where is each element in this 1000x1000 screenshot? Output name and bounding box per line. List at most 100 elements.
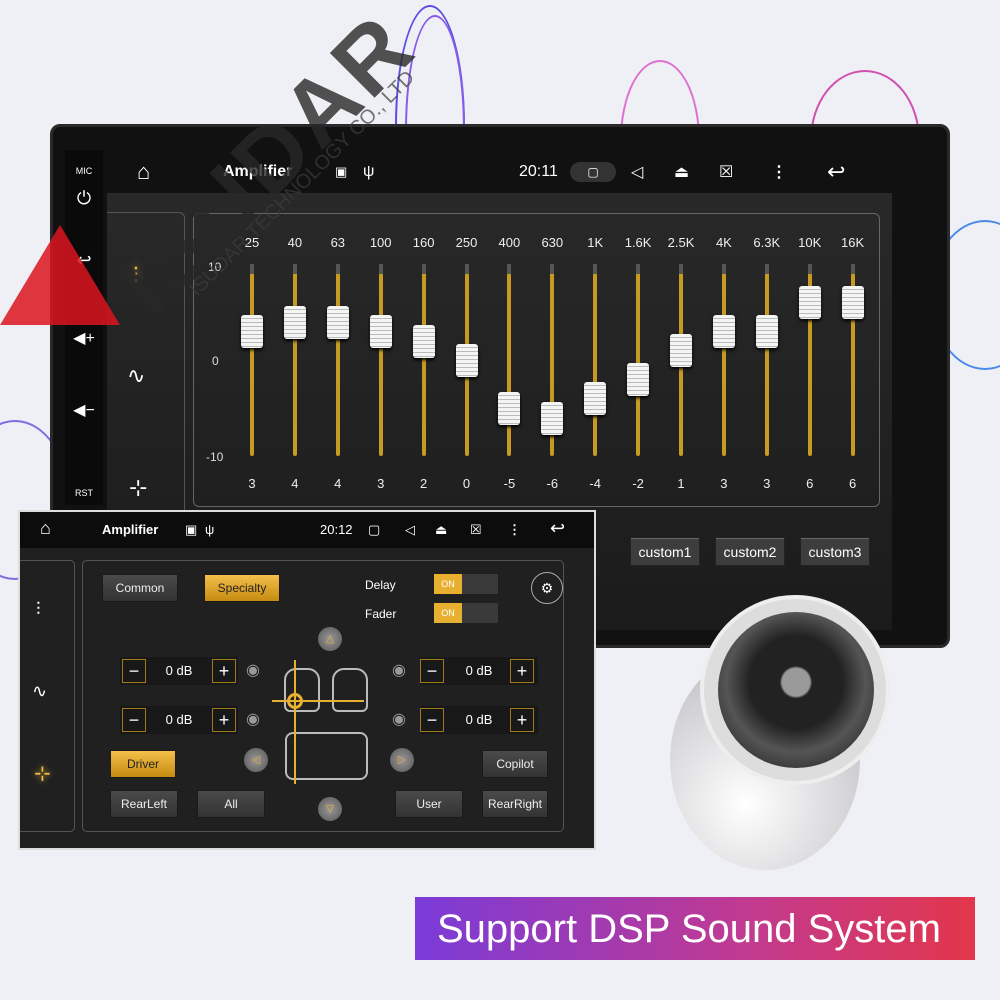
balance-icon[interactable]: ⊹ (129, 475, 147, 501)
side-buttons: MIC ⏻ ↩ ◀+ ◀− RST (65, 150, 103, 505)
up-arrow-button[interactable]: △ (318, 627, 342, 651)
power-icon[interactable]: ⏻ (65, 188, 103, 209)
copilot-button[interactable]: Copilot (482, 750, 548, 778)
band-value: 3 (720, 476, 728, 491)
return-icon[interactable]: ↩ (550, 518, 565, 539)
driver-button[interactable]: Driver (110, 750, 176, 778)
volume-icon[interactable]: ◁ (631, 162, 643, 182)
band-slider-track[interactable] (250, 264, 254, 456)
band-slider-handle[interactable] (412, 324, 435, 358)
band-slider-handle[interactable] (798, 286, 821, 320)
down-arrow-button[interactable]: ▽ (318, 797, 342, 821)
screenshot-icon[interactable]: ▢ (570, 162, 616, 182)
app-title: Amplifier (102, 522, 159, 537)
minus-button[interactable]: − (122, 659, 146, 683)
band-slider-track[interactable] (721, 264, 726, 456)
menu-icon[interactable]: ⋮ (771, 162, 787, 182)
scale-min: -10 (206, 450, 224, 464)
all-button[interactable]: All (197, 790, 265, 818)
band-slider-handle[interactable] (326, 305, 349, 339)
equalizer-icon[interactable]: ⫶ (36, 599, 41, 620)
fader-toggle[interactable]: ON (434, 603, 498, 623)
band-slider-handle[interactable] (841, 286, 864, 320)
plus-button[interactable]: + (510, 659, 534, 683)
delay-toggle[interactable]: ON (434, 574, 498, 594)
home-icon[interactable]: ⌂ (40, 518, 51, 539)
eject-icon[interactable]: ⏏ (435, 522, 447, 538)
usb-icon: ψ (363, 162, 375, 180)
band-slider-handle[interactable] (670, 334, 692, 368)
band-value: -5 (503, 476, 516, 491)
band-frequency: 6.3K (753, 235, 781, 250)
waveform-icon[interactable]: ∿ (127, 363, 145, 389)
minus-button[interactable]: − (420, 659, 444, 683)
rear-right-level: −0 dB + (420, 706, 538, 734)
band-slider-handle[interactable] (755, 315, 778, 349)
band-frequency: 160 (412, 235, 435, 250)
band-slider-handle[interactable] (541, 401, 564, 435)
plus-button[interactable]: + (212, 708, 236, 732)
tab-specialty[interactable]: Specialty (204, 574, 280, 602)
usb-icon: ψ (205, 522, 215, 537)
car-settings-icon[interactable]: ⚙ (531, 572, 563, 604)
band-frequency: 40 (287, 235, 303, 250)
band-slider-handle[interactable] (712, 315, 735, 349)
rear-right-button[interactable]: RearRight (482, 790, 548, 818)
band-slider-handle[interactable] (627, 363, 650, 397)
close-app-icon[interactable]: ☒ (719, 162, 733, 182)
band-slider-track[interactable] (421, 264, 426, 456)
tab-common[interactable]: Common (102, 574, 178, 602)
left-arrow-button[interactable]: ◁ (244, 748, 268, 772)
speaker-icon: ◉ (392, 662, 406, 679)
band-slider-handle[interactable] (283, 305, 306, 339)
preset-custom3-button[interactable]: custom3 (800, 537, 870, 566)
band-slider-track[interactable] (636, 264, 641, 456)
minus-button[interactable]: − (420, 708, 444, 732)
band-slider-handle[interactable] (498, 392, 521, 425)
scale-zero: 0 (212, 354, 219, 368)
inset-screenshot: ⌂ Amplifier ▣ ψ 20:12 ▢ ◁ ⏏ ☒ ⋮ ↩ ⫶ ∿ ⊹ … (18, 510, 596, 850)
band-slider-track[interactable] (593, 264, 598, 456)
band-slider-handle[interactable] (455, 344, 478, 377)
balance-icon[interactable]: ⊹ (34, 761, 51, 786)
plus-button[interactable]: + (510, 708, 534, 732)
user-button[interactable]: User (395, 790, 463, 818)
home-icon[interactable]: ⌂ (137, 159, 150, 185)
waveform-icon[interactable]: ∿ (32, 681, 47, 702)
minus-button[interactable]: − (122, 708, 146, 732)
volume-up-icon[interactable]: ◀+ (65, 328, 103, 348)
rear-left-level: −0 dB + (120, 706, 238, 734)
band-frequency: 16K (841, 235, 865, 250)
rear-left-button[interactable]: RearLeft (110, 790, 178, 818)
eject-icon[interactable]: ⏏ (674, 162, 689, 182)
band-slider-track[interactable] (764, 264, 769, 456)
band-frequency: 630 (541, 235, 564, 250)
volume-icon[interactable]: ◁ (405, 522, 415, 538)
banner-text: Support DSP Sound System (437, 907, 941, 951)
band-frequency: 250 (455, 235, 478, 250)
band-slider-track[interactable] (292, 264, 297, 456)
band-slider-handle[interactable] (241, 315, 263, 349)
preset-custom2-button[interactable]: custom2 (715, 537, 785, 566)
right-arrow-button[interactable]: ▷ (390, 748, 414, 772)
fader-label: Fader (365, 607, 397, 621)
inset-status-bar: ⌂ Amplifier ▣ ψ 20:12 ▢ ◁ ⏏ ☒ ⋮ ↩ (20, 512, 594, 548)
band-slider-track[interactable] (378, 264, 383, 456)
band-slider-handle[interactable] (584, 382, 607, 416)
preset-custom1-button[interactable]: custom1 (630, 537, 700, 566)
balance-point[interactable] (287, 693, 303, 709)
volume-down-icon[interactable]: ◀− (65, 400, 103, 420)
plus-button[interactable]: + (212, 659, 236, 683)
menu-icon[interactable]: ⋮ (508, 522, 521, 538)
band-slider-track[interactable] (507, 264, 512, 456)
band-slider-handle[interactable] (369, 315, 392, 349)
promo-banner: Support DSP Sound System (415, 897, 975, 960)
balance-crosshair-v[interactable] (294, 660, 296, 784)
screenshot-icon[interactable]: ▢ (368, 522, 380, 538)
band-value: 6 (806, 476, 814, 491)
band-value: 0 (462, 476, 471, 491)
speaker-icon: ◉ (392, 711, 406, 728)
close-app-icon[interactable]: ☒ (470, 522, 482, 538)
band-slider-track[interactable] (335, 264, 340, 456)
return-icon[interactable]: ↩ (827, 159, 845, 185)
